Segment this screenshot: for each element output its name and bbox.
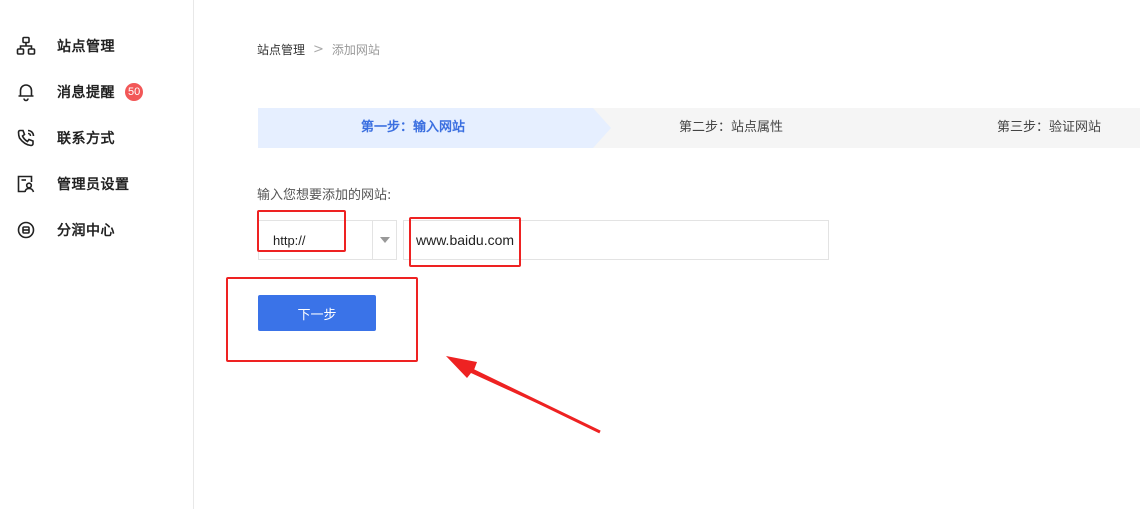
step-1-label: 第一步：输入网站 (361, 120, 466, 135)
notification-count-badge: 50 (125, 83, 144, 101)
sidebar-item-label: 消息提醒 (57, 85, 115, 101)
sidebar: 站点管理 消息提醒 50 联系方式 管理员设置 分润中心 (0, 0, 194, 509)
profit-share-icon (16, 220, 36, 240)
annotation-arrow-shaft (469, 367, 601, 434)
sidebar-item-site-management[interactable]: 站点管理 (16, 34, 115, 58)
sidebar-item-profit-center[interactable]: 分润中心 (16, 218, 115, 242)
sitemap-icon (16, 36, 36, 56)
website-input-label: 输入您想要添加的网站: (257, 188, 392, 203)
active-step-arrow (593, 108, 611, 148)
website-url-input[interactable] (403, 220, 829, 260)
sidebar-item-label: 联系方式 (57, 131, 115, 147)
breadcrumb-root-link[interactable]: 站点管理 (257, 41, 305, 58)
chevron-down-icon[interactable] (380, 237, 390, 243)
phone-icon (16, 128, 36, 148)
breadcrumb: 站点管理 > 添加网站 (257, 41, 380, 58)
step-3-label: 第三步：验证网站 (997, 120, 1102, 135)
annotation-arrow-shape (446, 356, 600, 432)
breadcrumb-separator: > (313, 42, 324, 57)
admin-user-icon (16, 174, 36, 194)
next-step-button[interactable]: 下一步 (258, 295, 376, 331)
sidebar-item-notifications[interactable]: 消息提醒 50 (16, 80, 144, 104)
step-2-label: 第二步：站点属性 (679, 120, 784, 135)
protocol-select[interactable]: http:// (258, 220, 397, 260)
sidebar-item-label: 站点管理 (57, 39, 115, 55)
sidebar-item-admin-settings[interactable]: 管理员设置 (16, 172, 130, 196)
sidebar-item-label: 分润中心 (57, 223, 115, 239)
sidebar-item-label: 管理员设置 (57, 177, 130, 193)
breadcrumb-current: 添加网站 (331, 43, 380, 57)
bell-icon (16, 82, 36, 102)
sidebar-item-contact[interactable]: 联系方式 (16, 126, 115, 150)
protocol-selected-value: http:// (273, 233, 306, 248)
step-progress-bar: 第一步：输入网站 第二步：站点属性 第三步：验证网站 (258, 108, 1140, 148)
select-divider (372, 221, 373, 259)
